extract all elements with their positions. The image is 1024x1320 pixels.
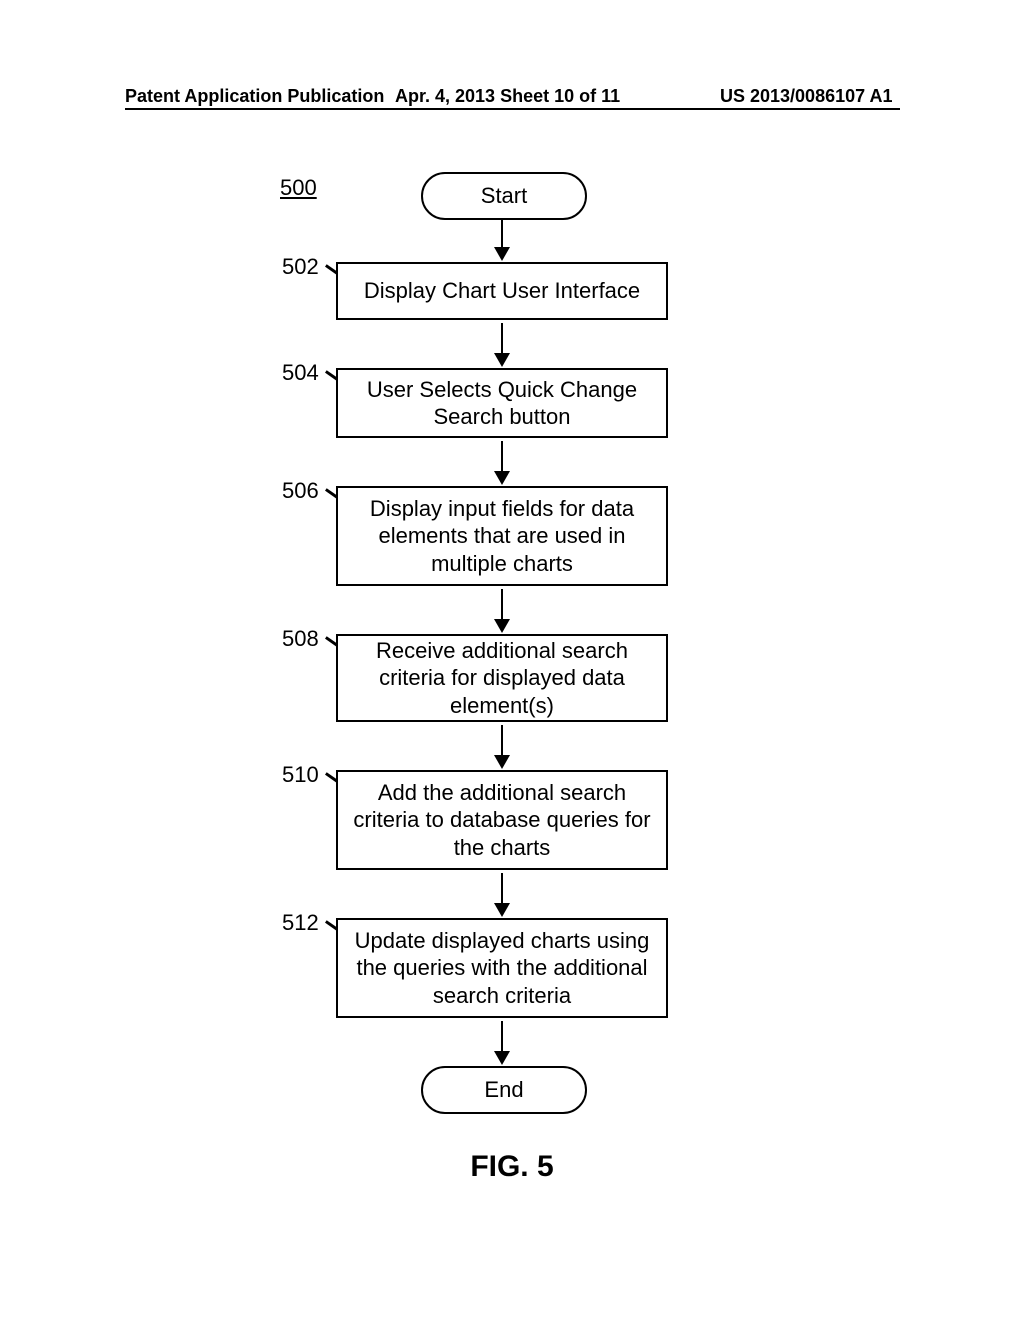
header-rule xyxy=(125,108,900,110)
step-box-508: Receive additional search criteria for d… xyxy=(336,634,668,722)
flow-end-label: End xyxy=(484,1077,523,1103)
step-box-510: Add the additional search criteria to da… xyxy=(336,770,668,870)
step-ref-508: 508 xyxy=(282,626,319,652)
flow-end-terminator: End xyxy=(421,1066,587,1114)
step-box-506: Display input fields for data elements t… xyxy=(336,486,668,586)
step-box-502: Display Chart User Interface xyxy=(336,262,668,320)
step-ref-510: 510 xyxy=(282,762,319,788)
flow-reference-main: 500 xyxy=(280,175,317,201)
step-text-502: Display Chart User Interface xyxy=(364,277,640,305)
header-center: Apr. 4, 2013 Sheet 10 of 11 xyxy=(395,86,620,107)
header-left: Patent Application Publication xyxy=(125,86,384,107)
step-ref-506: 506 xyxy=(282,478,319,504)
step-text-506: Display input fields for data elements t… xyxy=(344,495,660,578)
step-text-508: Receive additional search criteria for d… xyxy=(344,637,660,720)
step-box-504: User Selects Quick Change Search button xyxy=(336,368,668,438)
flow-start-terminator: Start xyxy=(421,172,587,220)
header-right: US 2013/0086107 A1 xyxy=(720,86,892,107)
step-ref-502: 502 xyxy=(282,254,319,280)
step-ref-512: 512 xyxy=(282,910,319,936)
step-box-512: Update displayed charts using the querie… xyxy=(336,918,668,1018)
step-text-512: Update displayed charts using the querie… xyxy=(344,927,660,1010)
step-text-510: Add the additional search criteria to da… xyxy=(344,779,660,862)
figure-caption: FIG. 5 xyxy=(0,1150,1024,1184)
step-ref-504: 504 xyxy=(282,360,319,386)
flow-start-label: Start xyxy=(481,183,527,209)
step-text-504: User Selects Quick Change Search button xyxy=(344,376,660,431)
